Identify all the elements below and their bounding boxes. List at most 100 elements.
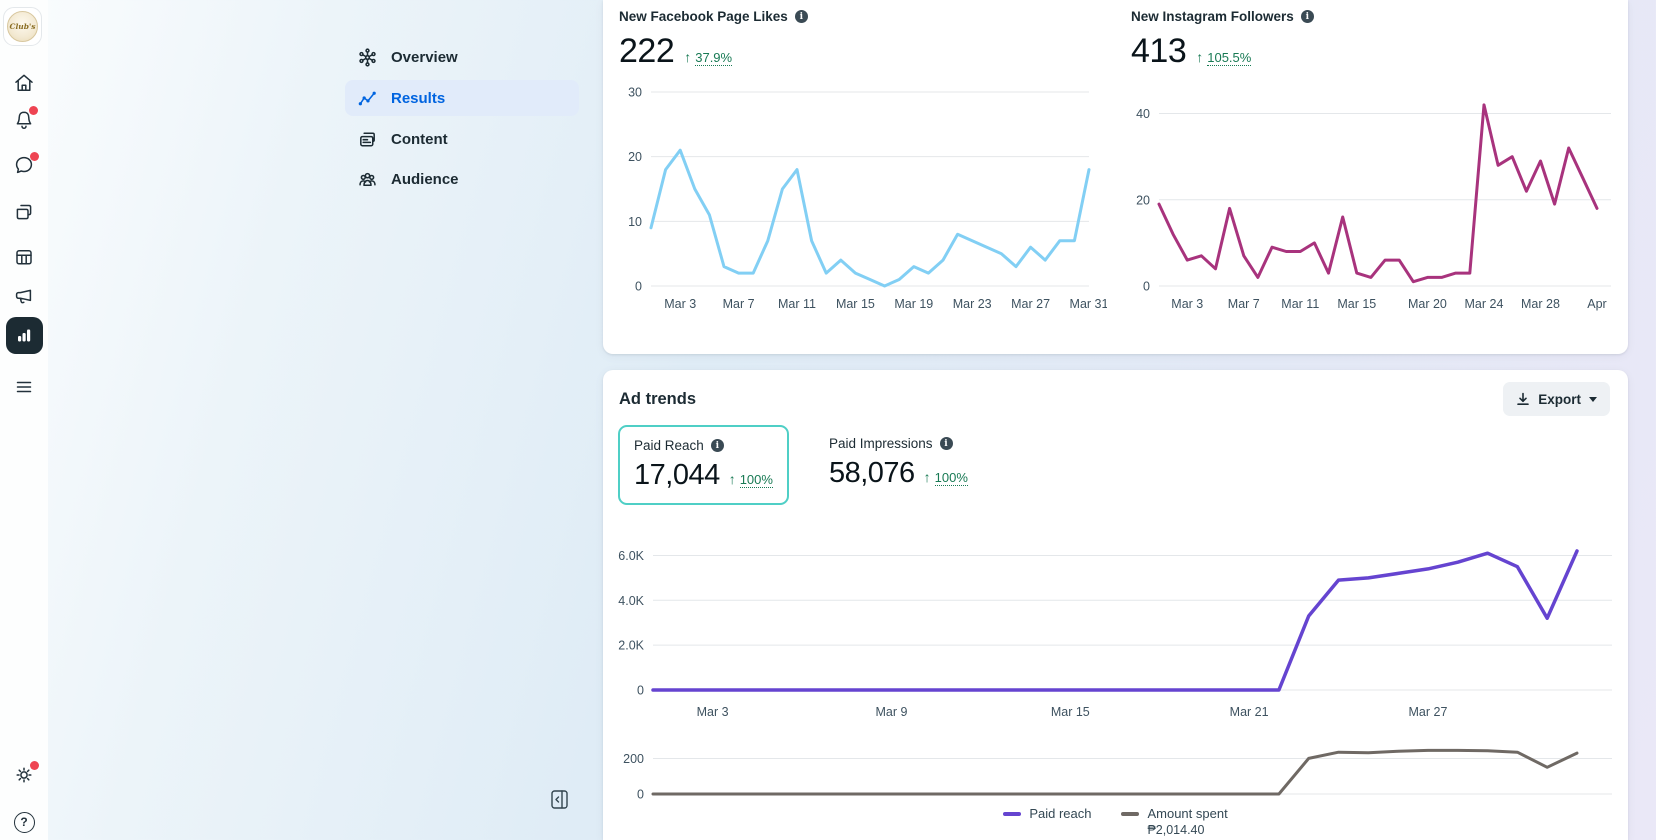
up-arrow-icon: ↑ xyxy=(684,49,692,65)
facebook-likes-value: 222 xyxy=(619,32,675,70)
svg-text:6.0K: 6.0K xyxy=(618,549,644,563)
paid-reach-chart: 0 2.0K 4.0K 6.0K Mar 3 Mar 9 Mar 15 Mar 21 Mar 2… xyxy=(618,549,1612,719)
tile-paid-impressions[interactable]: Paid Impressions i 58,076 ↑ 100% xyxy=(815,425,982,505)
svg-text:10: 10 xyxy=(628,215,642,229)
paid-impressions-delta[interactable]: 100% xyxy=(934,470,968,486)
rail-item-planner[interactable] xyxy=(2,237,46,277)
download-icon xyxy=(1517,392,1530,405)
svg-text:Mar 31: Mar 31 xyxy=(1070,297,1107,311)
svg-text:Mar 7: Mar 7 xyxy=(723,297,755,311)
rail-item-inbox[interactable] xyxy=(2,145,46,185)
svg-text:Mar 11: Mar 11 xyxy=(1281,297,1319,311)
rail-item-insights-active[interactable] xyxy=(2,315,46,355)
collapse-sidebar-button[interactable] xyxy=(548,787,570,811)
facebook-likes-title: New Facebook Page Likes xyxy=(619,9,788,24)
info-icon[interactable]: i xyxy=(794,10,808,23)
svg-text:Mar 9: Mar 9 xyxy=(875,705,907,719)
svg-text:30: 30 xyxy=(628,86,642,100)
rail-item-home[interactable] xyxy=(2,63,46,103)
legend-paid-reach: Paid reach xyxy=(1003,806,1091,837)
svg-text:Mar 27: Mar 27 xyxy=(1409,705,1448,719)
instagram-followers-chart: 0 20 40 Mar 3 Mar 7 Mar 11 Mar 15 Mar 20 Mar 24 M… xyxy=(1136,103,1611,311)
help-icon: ? xyxy=(13,811,35,833)
svg-text:4.0K: 4.0K xyxy=(618,594,644,608)
svg-text:0: 0 xyxy=(1143,280,1150,294)
facebook-likes-delta[interactable]: 37.9% xyxy=(695,50,733,66)
svg-text:40: 40 xyxy=(1136,107,1150,121)
metric-tiles: Paid Reach i 17,044 ↑ 100% Paid Impressi… xyxy=(618,425,982,505)
svg-text:0: 0 xyxy=(637,788,644,801)
business-avatar: Club's xyxy=(7,11,38,42)
tile-paid-reach[interactable]: Paid Reach i 17,044 ↑ 100% xyxy=(618,425,789,505)
nav-item-results[interactable]: Results xyxy=(345,80,579,116)
svg-text:Mar 15: Mar 15 xyxy=(1337,297,1376,311)
content-cards-icon xyxy=(360,132,375,146)
facebook-likes-panel: New Facebook Page Likes i 222 ↑ 37.9% 0 1… xyxy=(603,0,1115,354)
rail-item-ads[interactable] xyxy=(2,277,46,317)
settings-badge xyxy=(30,761,39,770)
inbox-badge xyxy=(30,152,39,161)
paid-reach-value: 17,044 xyxy=(634,459,720,491)
instagram-followers-title: New Instagram Followers xyxy=(1131,9,1294,24)
svg-text:0: 0 xyxy=(635,280,642,294)
nav-item-audience[interactable]: Audience xyxy=(345,162,579,196)
rail-item-posts[interactable] xyxy=(2,192,46,232)
legend-amount-spent: Amount spent ₱2,014.40 xyxy=(1121,806,1228,837)
svg-text:Mar 7: Mar 7 xyxy=(1228,297,1260,311)
export-button[interactable]: Export xyxy=(1503,382,1610,416)
svg-text:Mar 15: Mar 15 xyxy=(1051,705,1090,719)
amount-spent-swatch xyxy=(1121,812,1140,816)
insights-tile xyxy=(5,316,43,354)
up-arrow-icon: ↑ xyxy=(728,471,736,487)
instagram-followers-delta[interactable]: 105.5% xyxy=(1207,50,1252,66)
instagram-followers-panel: New Instagram Followers i 413 ↑ 105.5% 0… xyxy=(1115,0,1628,354)
up-arrow-icon: ↑ xyxy=(923,469,931,485)
insights-nav: Overview Results Content Audience xyxy=(345,40,579,202)
info-icon[interactable]: i xyxy=(939,437,953,450)
hamburger-menu-icon xyxy=(16,381,32,393)
business-logo-button[interactable]: Club's xyxy=(3,7,42,46)
overview-network-icon xyxy=(359,47,376,67)
nav-label-audience: Audience xyxy=(391,170,459,188)
megaphone-icon xyxy=(15,289,32,304)
rail-item-settings[interactable] xyxy=(2,755,46,795)
legend-paid-reach-label: Paid reach xyxy=(1029,806,1092,821)
svg-text:Mar 3: Mar 3 xyxy=(697,705,729,719)
planner-grid-icon xyxy=(16,250,32,265)
audience-people-icon xyxy=(359,172,376,186)
rail-item-notifications[interactable] xyxy=(2,100,46,140)
amount-spent-total: ₱2,014.40 xyxy=(1147,823,1205,837)
paid-impressions-value: 58,076 xyxy=(828,457,915,489)
paid-reach-label: Paid Reach xyxy=(634,438,704,453)
info-icon[interactable]: i xyxy=(710,439,724,452)
svg-text:Mar 11: Mar 11 xyxy=(778,297,816,311)
bar-chart-icon xyxy=(18,329,31,342)
svg-text:Mar 24: Mar 24 xyxy=(1465,297,1504,311)
up-arrow-icon: ↑ xyxy=(1196,49,1204,65)
svg-text:Mar 23: Mar 23 xyxy=(953,297,992,311)
nav-label-content: Content xyxy=(391,130,448,148)
svg-text:Mar 21: Mar 21 xyxy=(1230,705,1269,719)
svg-text:Mar 3: Mar 3 xyxy=(664,297,696,311)
app-rail: Club's ? xyxy=(0,0,48,840)
facebook-likes-chart: 0 10 20 30 Mar 3 Mar 7 Mar 11 Mar 15 Mar 19 Mar 2… xyxy=(628,86,1107,312)
info-icon[interactable]: i xyxy=(1300,10,1314,23)
caret-down-icon xyxy=(1589,396,1597,402)
svg-text:20: 20 xyxy=(628,150,642,164)
chart-legend: Paid reach Amount spent ₱2,014.40 xyxy=(603,806,1628,837)
home-icon xyxy=(15,74,33,91)
svg-text:Mar 19: Mar 19 xyxy=(894,297,933,311)
rail-item-more[interactable] xyxy=(2,367,46,407)
export-label: Export xyxy=(1538,391,1581,407)
ad-trends-card: Ad trends Export Paid Reach i 17,044 ↑ 1… xyxy=(603,370,1628,840)
paid-impressions-label: Paid Impressions xyxy=(828,436,933,451)
amount-spent-chart: 0 200 xyxy=(623,748,1612,801)
paid-reach-delta[interactable]: 100% xyxy=(739,472,773,488)
paid-reach-swatch xyxy=(1003,812,1022,816)
nav-item-overview[interactable]: Overview xyxy=(345,40,579,74)
results-line-icon xyxy=(358,91,376,105)
nav-item-content[interactable]: Content xyxy=(345,122,579,156)
rail-item-help[interactable]: ? xyxy=(2,802,46,840)
svg-text:0: 0 xyxy=(637,684,644,698)
svg-text:Mar 3: Mar 3 xyxy=(1171,297,1203,311)
